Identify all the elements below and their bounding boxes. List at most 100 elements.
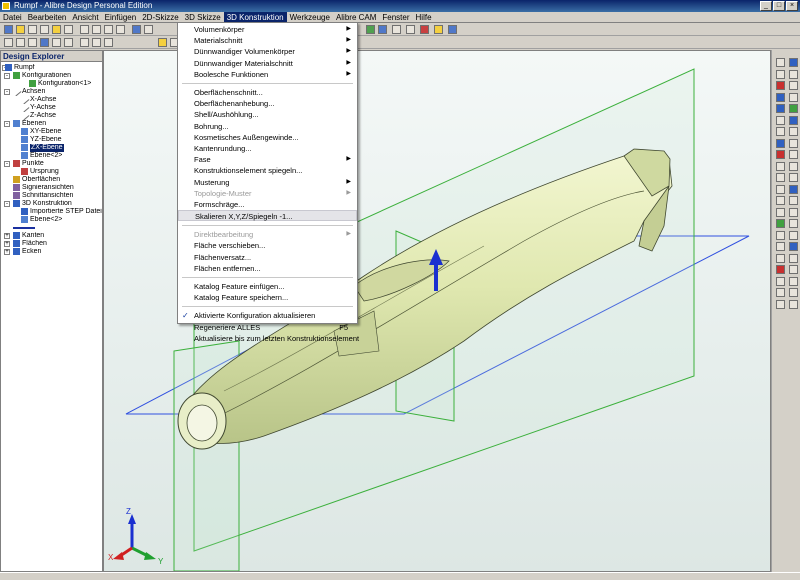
toolbar-button-icon[interactable] bbox=[144, 25, 153, 34]
toolbar-button-icon[interactable] bbox=[16, 38, 25, 47]
toolbar-button-icon[interactable] bbox=[104, 38, 113, 47]
tree-expander-icon[interactable]: + bbox=[4, 233, 10, 239]
menu-item[interactable]: Volumenkörper ▶ bbox=[178, 24, 357, 35]
menu-4[interactable]: Einfügen bbox=[102, 12, 140, 22]
tool-button-icon[interactable] bbox=[789, 92, 798, 102]
toolbar-button-icon[interactable] bbox=[80, 25, 89, 34]
tree-item[interactable]: Konfiguration<1> bbox=[1, 80, 102, 88]
menu-item[interactable]: Konstruktionselement spiegeln... bbox=[178, 165, 357, 176]
toolbar-button-icon[interactable] bbox=[378, 25, 387, 34]
toolbar-button-icon[interactable] bbox=[158, 38, 167, 47]
tool-button-icon[interactable] bbox=[789, 81, 798, 90]
toolbar-button-icon[interactable] bbox=[104, 25, 113, 34]
tool-button-icon[interactable] bbox=[776, 69, 785, 79]
toolbar-button-icon[interactable] bbox=[4, 25, 13, 34]
tree-item[interactable]: - Konfigurationen bbox=[1, 72, 102, 80]
toolbar-button-icon[interactable] bbox=[366, 25, 375, 34]
toolbar-button-icon[interactable] bbox=[392, 25, 401, 34]
tool-button-icon[interactable] bbox=[776, 161, 785, 171]
tool-button-icon[interactable] bbox=[789, 276, 798, 286]
tree-item[interactable]: - 3D Konstruktion bbox=[1, 200, 102, 208]
menu-item[interactable]: Regeneriere ALLES F5 bbox=[178, 322, 357, 333]
tool-button-icon[interactable] bbox=[776, 58, 785, 67]
tool-button-icon[interactable] bbox=[789, 184, 798, 194]
tree-expander-icon[interactable]: + bbox=[4, 241, 10, 247]
tree-item[interactable]: Oberflächen bbox=[1, 176, 102, 184]
tool-button-icon[interactable] bbox=[789, 58, 798, 67]
menu-item[interactable]: Boolesche Funktionen ▶ bbox=[178, 69, 357, 80]
tree-item[interactable]: Y-Achse bbox=[1, 104, 102, 112]
tree-item[interactable]: + Kanten bbox=[1, 232, 102, 240]
tool-button-icon[interactable] bbox=[789, 242, 798, 251]
tree-item[interactable]: Schnittansichten bbox=[1, 192, 102, 200]
tool-button-icon[interactable] bbox=[776, 184, 785, 194]
close-button[interactable]: × bbox=[786, 1, 798, 11]
tool-button-icon[interactable] bbox=[789, 288, 798, 297]
menu-item[interactable]: Oberflächenschnitt... bbox=[178, 87, 357, 98]
tree-item[interactable]: + Flächen bbox=[1, 240, 102, 248]
menu-10[interactable]: Fenster bbox=[379, 12, 412, 22]
menu-item[interactable]: Bohrung... bbox=[178, 121, 357, 132]
tool-button-icon[interactable] bbox=[776, 230, 785, 240]
menu-item[interactable]: Aktivierte Konfiguration aktualisieren ✓ bbox=[178, 310, 357, 321]
toolbar-button-icon[interactable] bbox=[28, 38, 37, 47]
menu-item[interactable]: Skalieren X,Y,Z/Spiegeln -1... bbox=[178, 210, 357, 222]
tool-button-icon[interactable] bbox=[789, 196, 798, 205]
tree-item[interactable]: -Rumpf bbox=[1, 64, 102, 72]
menu-2[interactable]: Bearbeiten bbox=[25, 12, 70, 22]
menu-item[interactable]: Kantenrundung... bbox=[178, 143, 357, 154]
toolbar-button-icon[interactable] bbox=[16, 25, 25, 34]
menu-item[interactable]: Aktualisiere bis zum letzten Konstruktio… bbox=[178, 333, 359, 344]
tree-item[interactable]: Ursprung bbox=[1, 168, 102, 176]
tool-button-icon[interactable] bbox=[776, 115, 785, 125]
toolbar-button-icon[interactable] bbox=[434, 25, 443, 34]
tree-item[interactable]: ZX-Ebene bbox=[1, 144, 102, 152]
menu-6[interactable]: 3D Skizze bbox=[182, 12, 224, 22]
tool-button-icon[interactable] bbox=[776, 253, 785, 263]
tool-button-icon[interactable] bbox=[776, 127, 785, 136]
tool-button-icon[interactable] bbox=[789, 253, 798, 263]
tree-expander-icon[interactable]: - bbox=[4, 73, 10, 79]
toolbar-button-icon[interactable] bbox=[52, 38, 61, 47]
tool-button-icon[interactable] bbox=[789, 173, 798, 182]
tool-button-icon[interactable] bbox=[789, 104, 798, 113]
tool-button-icon[interactable] bbox=[789, 127, 798, 136]
tool-button-icon[interactable] bbox=[789, 138, 798, 148]
tool-button-icon[interactable] bbox=[789, 299, 798, 309]
menu-11[interactable]: Hilfe bbox=[413, 12, 435, 22]
tool-button-icon[interactable] bbox=[789, 161, 798, 171]
tree-expander-icon[interactable]: - bbox=[4, 201, 10, 207]
tool-button-icon[interactable] bbox=[776, 299, 785, 309]
maximize-button[interactable]: □ bbox=[773, 1, 785, 11]
toolbar-button-icon[interactable] bbox=[28, 25, 37, 34]
tool-button-icon[interactable] bbox=[789, 219, 798, 228]
toolbar-button-icon[interactable] bbox=[4, 38, 13, 47]
toolbar-button-icon[interactable] bbox=[116, 25, 125, 34]
tree-item[interactable]: Z-Achse bbox=[1, 112, 102, 120]
menu-item[interactable]: Shell/Aushöhlung... bbox=[178, 109, 357, 120]
menu-item[interactable]: Oberflächenanhebung... bbox=[178, 98, 357, 109]
menu-7[interactable]: 3D Konstruktion bbox=[223, 12, 287, 22]
tree-item[interactable]: - Punkte bbox=[1, 160, 102, 168]
menu-item[interactable]: Dünnwandiger Volumenkörper ▶ bbox=[178, 46, 357, 57]
toolbar-button-icon[interactable] bbox=[52, 25, 61, 34]
tree-expander-icon[interactable]: - bbox=[4, 121, 10, 127]
tree-item[interactable]: - Achsen bbox=[1, 88, 102, 96]
toolbar-button-icon[interactable] bbox=[40, 25, 49, 34]
toolbar-button-icon[interactable] bbox=[64, 25, 73, 34]
menu-1[interactable]: Datei bbox=[0, 12, 25, 22]
tool-button-icon[interactable] bbox=[776, 150, 785, 159]
tree-item[interactable]: Ebene<2> bbox=[1, 216, 102, 224]
tree-expander-icon[interactable]: - bbox=[4, 89, 10, 95]
tree-item[interactable] bbox=[1, 224, 102, 232]
tree-item[interactable]: X-Achse bbox=[1, 96, 102, 104]
tree-expander-icon[interactable]: + bbox=[4, 249, 10, 255]
tree-item[interactable]: Importierte STEP Datei bbox=[1, 208, 102, 216]
toolbar-button-icon[interactable] bbox=[420, 25, 429, 34]
menu-item[interactable]: Musterung ▶ bbox=[178, 177, 357, 188]
menu-item[interactable]: Katalog Feature einfügen... bbox=[178, 281, 357, 292]
menu-8[interactable]: Werkzeuge bbox=[287, 12, 333, 22]
toolbar-button-icon[interactable] bbox=[448, 25, 457, 34]
tool-button-icon[interactable] bbox=[776, 92, 785, 102]
tree-item[interactable]: YZ-Ebene bbox=[1, 136, 102, 144]
